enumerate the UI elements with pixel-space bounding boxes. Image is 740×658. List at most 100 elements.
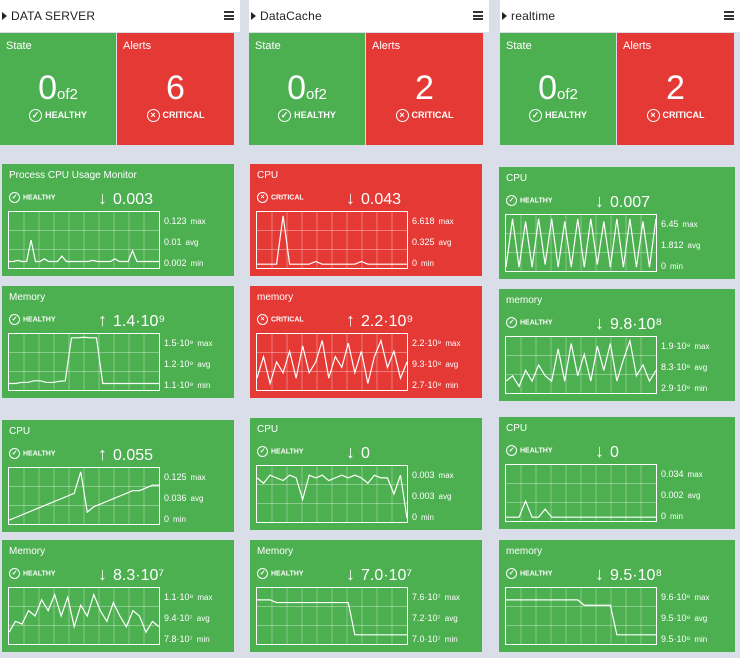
sparkline-chart xyxy=(505,587,657,645)
expand-triangle-icon[interactable] xyxy=(2,12,7,20)
stat-min-value: 0 xyxy=(412,512,418,522)
state-of: of2 xyxy=(306,86,327,103)
sparkline-svg xyxy=(257,212,407,268)
monitor-tile[interactable]: Memory ✓ HEALTHY ↓ 7.0·10⁷ 7.6·10⁷ max 7.2·10⁷ a… xyxy=(250,540,482,652)
monitor-status: ✓ HEALTHY xyxy=(506,195,553,206)
stat-min-label: min xyxy=(196,635,210,644)
monitor-status: × CRITICAL xyxy=(257,314,304,325)
alerts-panel[interactable]: Alerts 2 × CRITICAL xyxy=(366,33,483,145)
stat-max-value: 1.5·10⁹ xyxy=(164,338,194,348)
state-panel[interactable]: State 0of2 ✓ HEALTHY xyxy=(500,33,616,145)
stat-max: 0.123 max xyxy=(164,211,206,232)
sparkline-svg xyxy=(9,212,159,268)
stat-avg: 0.003 avg xyxy=(412,486,454,507)
alerts-status-text: CRITICAL xyxy=(162,109,205,120)
monitor-tile[interactable]: Memory ✓ HEALTHY ↑ 1.4·10⁹ 1.5·10⁹ max 1.2·10⁹ a… xyxy=(2,286,234,398)
stat-min-value: 0.002 xyxy=(164,258,187,268)
sparkline-chart xyxy=(8,211,160,269)
sparkline-svg xyxy=(9,468,159,524)
monitor-status: ✓ HEALTHY xyxy=(506,317,553,328)
stat-max-value: 1.9·10⁹ xyxy=(661,341,691,351)
hamburger-menu-icon[interactable] xyxy=(724,11,734,20)
stat-min: 0 min xyxy=(412,253,454,274)
stat-max: 7.6·10⁷ max xyxy=(412,587,460,608)
stat-avg: 0.002 avg xyxy=(661,485,703,506)
monitor-tile[interactable]: CPU ✓ HEALTHY ↓ 0 0.003 max 0.003 avg 0 min xyxy=(250,418,482,530)
stat-avg: 9.3·10⁸ avg xyxy=(412,354,461,375)
monitor-status: ✓ HEALTHY xyxy=(506,445,553,456)
monitor-value: 0 xyxy=(610,444,619,461)
stat-min-value: 2.9·10⁸ xyxy=(661,383,691,393)
monitor-tile[interactable]: CPU ✓ HEALTHY ↓ 0 0.034 max 0.002 avg 0 min xyxy=(499,417,735,529)
column-header[interactable]: DATA SERVER xyxy=(0,0,240,32)
monitor-value: 1.4·10⁹ xyxy=(113,313,166,330)
stat-max-value: 9.6·10⁸ xyxy=(661,592,691,602)
monitor-tile[interactable]: memory ✓ HEALTHY ↓ 9.8·10⁸ 1.9·10⁹ max 8.3·10⁸ a… xyxy=(499,289,735,401)
state-value: 0 xyxy=(538,69,558,107)
stat-max-label: max xyxy=(197,593,213,602)
check-circle-icon: ✓ xyxy=(506,568,517,579)
state-label: State xyxy=(6,40,32,52)
monitor-name: Memory xyxy=(9,546,46,557)
monitor-tile[interactable]: CPU ✓ HEALTHY ↑ 0.055 0.125 max 0.036 avg 0 min xyxy=(2,420,234,532)
alerts-panel[interactable]: Alerts 2 × CRITICAL xyxy=(617,33,734,145)
stat-min-value: 9.5·10⁸ xyxy=(661,634,691,644)
monitor-tile[interactable]: Process CPU Usage Monitor ✓ HEALTHY ↓ 0.003 0… xyxy=(2,164,234,276)
monitor-stats: 0.125 max 0.036 avg 0 min xyxy=(164,467,206,530)
state-panel[interactable]: State 0of2 ✓ HEALTHY xyxy=(0,33,116,145)
x-circle-icon: × xyxy=(646,109,660,122)
stat-avg-label: avg xyxy=(694,614,708,623)
monitor-value: 0.007 xyxy=(610,194,651,211)
stat-avg-value: 9.3·10⁸ xyxy=(412,359,442,369)
stat-max: 1.5·10⁹ max xyxy=(164,333,213,354)
stat-max-label: max xyxy=(438,471,454,480)
monitor-stats: 1.1·10⁸ max 9.4·10⁷ avg 7.8·10⁷ min xyxy=(164,587,212,650)
monitor-tile[interactable]: memory × CRITICAL ↑ 2.2·10⁹ 2.2·10⁹ max 9.3·10⁸… xyxy=(250,286,482,398)
monitor-current-value: ↓ 0.007 xyxy=(595,191,650,212)
monitor-current-value: ↓ 9.5·10⁸ xyxy=(595,564,662,585)
monitor-status: ✓ HEALTHY xyxy=(257,446,304,457)
hamburger-menu-icon[interactable] xyxy=(473,11,483,20)
stat-min-label: min xyxy=(197,381,211,390)
stat-min-value: 1.1·10⁹ xyxy=(164,380,194,390)
arrow-down-icon: ↓ xyxy=(595,564,604,584)
stat-max-label: max xyxy=(445,339,461,348)
stat-max-value: 0.125 xyxy=(164,472,187,482)
stat-avg-value: 0.325 xyxy=(412,237,435,247)
stat-max: 9.6·10⁸ max xyxy=(661,587,709,608)
stat-max: 0.034 max xyxy=(661,464,703,485)
monitor-current-value: ↓ 0 xyxy=(595,441,619,462)
alerts-panel[interactable]: Alerts 6 × CRITICAL xyxy=(117,33,234,145)
monitor-status-text: HEALTHY xyxy=(23,450,56,458)
monitor-current-value: ↓ 8.3·10⁷ xyxy=(98,564,164,585)
column-header[interactable]: DataCache xyxy=(249,0,489,32)
stat-min-value: 0 xyxy=(661,511,667,521)
stat-max-label: max xyxy=(694,342,710,351)
state-of: of2 xyxy=(57,86,78,103)
state-status-text: HEALTHY xyxy=(294,109,336,120)
monitor-value: 0 xyxy=(361,445,370,462)
monitor-status-text: HEALTHY xyxy=(23,316,56,324)
column-header[interactable]: realtime xyxy=(500,0,740,32)
monitor-tile[interactable]: memory ✓ HEALTHY ↓ 9.5·10⁸ 9.6·10⁸ max 9.5·10⁸ a… xyxy=(499,540,735,652)
state-panel[interactable]: State 0of2 ✓ HEALTHY xyxy=(249,33,365,145)
monitor-tile[interactable]: CPU ✓ HEALTHY ↓ 0.007 6.45 max 1.812 avg 0 min xyxy=(499,167,735,279)
stat-max-value: 0.123 xyxy=(164,216,187,226)
column-1: DataCache State 0of2 ✓ HEALTHY Alerts 2 × CRITIC… xyxy=(249,0,489,658)
alerts-status-text: CRITICAL xyxy=(411,109,454,120)
monitor-tile[interactable]: Memory ✓ HEALTHY ↓ 8.3·10⁷ 1.1·10⁸ max 9.4·10⁷ a… xyxy=(2,540,234,652)
alerts-label: Alerts xyxy=(623,40,652,52)
monitor-value: 0.043 xyxy=(361,191,402,208)
sparkline-svg xyxy=(506,588,656,644)
stat-max-value: 0.034 xyxy=(661,469,684,479)
hamburger-menu-icon[interactable] xyxy=(224,11,234,20)
check-circle-icon: ✓ xyxy=(278,109,292,122)
monitor-stats: 6.45 max 1.812 avg 0 min xyxy=(661,214,700,277)
expand-triangle-icon[interactable] xyxy=(502,12,507,20)
monitor-tile[interactable]: CPU × CRITICAL ↓ 0.043 6.618 max 0.325 avg 0 min xyxy=(250,164,482,276)
stat-max-label: max xyxy=(438,217,454,226)
stat-max-label: max xyxy=(190,217,206,226)
monitor-stats: 0.003 max 0.003 avg 0 min xyxy=(412,465,454,528)
monitor-current-value: ↓ 0.043 xyxy=(346,188,401,209)
expand-triangle-icon[interactable] xyxy=(251,12,256,20)
